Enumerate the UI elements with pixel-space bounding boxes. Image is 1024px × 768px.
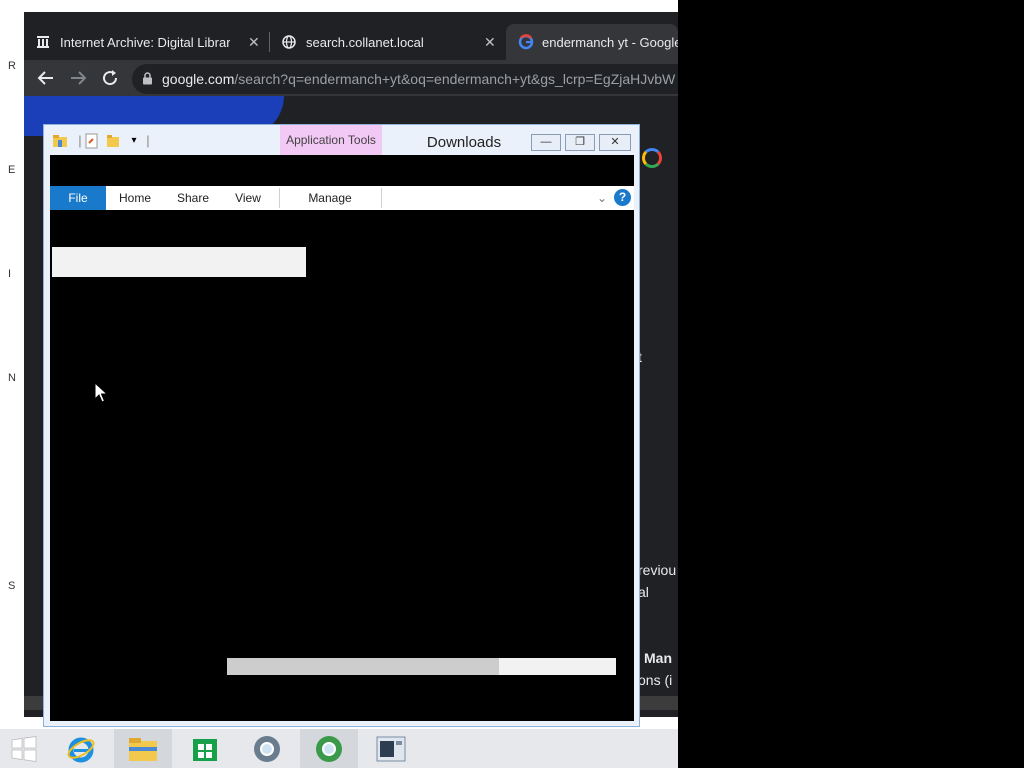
explorer-window: | ▾ | Application Tools Downloads — ❐ ✕ …: [43, 124, 640, 727]
application-icon: [376, 736, 406, 761]
browser-toolbar: google.com/search?q=endermanch+yt&oq=end…: [24, 60, 678, 96]
back-arrow-icon: [37, 71, 53, 85]
ribbon-separator: [279, 188, 280, 208]
tab-title: Internet Archive: Digital Library: [60, 34, 230, 50]
application-tools-label: Application Tools: [280, 125, 382, 155]
address-bar-placeholder[interactable]: [52, 247, 306, 277]
new-folder-icon[interactable]: [106, 133, 122, 149]
page-text-fragment: Man: [644, 650, 672, 666]
lock-icon: [142, 65, 154, 94]
address-path: /search?q=endermanch+yt&oq=endermanch+yt…: [234, 71, 676, 87]
address-bar[interactable]: google.com/search?q=endermanch+yt&oq=end…: [132, 64, 678, 94]
tab-google-search[interactable]: endermanch yt - Google S: [506, 24, 678, 60]
explorer-client-area: File Home Share View Manage ⌄ ?: [50, 155, 634, 721]
tab-manage[interactable]: Manage: [300, 186, 360, 210]
tab-separator: [269, 32, 270, 52]
taskbar-internet-explorer[interactable]: [52, 729, 110, 768]
start-icon: [11, 735, 37, 762]
taskbar-chrome[interactable]: [238, 729, 296, 768]
desktop-letter: E: [8, 164, 16, 176]
reload-icon: [103, 70, 118, 86]
internet-explorer-icon: [67, 737, 95, 762]
mouse-cursor-icon: [94, 382, 108, 403]
chrome-icon: [316, 735, 342, 762]
desktop-letter: R: [8, 60, 16, 72]
reload-button[interactable]: [98, 66, 122, 90]
close-icon[interactable]: ✕: [484, 34, 496, 51]
taskbar-store[interactable]: [176, 729, 234, 768]
properties-icon[interactable]: [84, 133, 100, 149]
tab-view[interactable]: View: [226, 186, 270, 210]
minimize-button[interactable]: —: [531, 134, 561, 151]
tab-home[interactable]: Home: [110, 186, 160, 210]
desktop: R E I N S Internet Archive: Digital Libr…: [0, 0, 678, 768]
separator-icon: |: [146, 133, 150, 148]
desktop-letter: I: [8, 268, 12, 280]
explorer-titlebar[interactable]: | ▾ | Application Tools Downloads — ❐ ✕: [44, 125, 639, 155]
tab-share[interactable]: Share: [168, 186, 218, 210]
tab-collanet[interactable]: search.collanet.local ✕: [282, 24, 502, 60]
globe-icon: [282, 35, 296, 49]
taskbar-application[interactable]: [362, 729, 420, 768]
chrome-icon: [254, 735, 280, 762]
address-host: google.com: [162, 71, 235, 87]
file-explorer-icon: [129, 737, 157, 761]
tab-internet-archive[interactable]: Internet Archive: Digital Library ✕: [36, 24, 268, 60]
page-text-fragment: reviou: [638, 562, 677, 578]
forward-arrow-icon: [71, 71, 87, 85]
google-icon: [518, 34, 534, 50]
start-button[interactable]: [0, 729, 48, 768]
taskbar-file-explorer[interactable]: [114, 729, 172, 768]
page-text-fragment: ons (i: [638, 672, 673, 688]
expand-ribbon-icon[interactable]: ⌄: [594, 186, 610, 210]
restore-button[interactable]: ❐: [565, 134, 595, 151]
close-button[interactable]: ✕: [599, 134, 631, 151]
desktop-letter: S: [8, 580, 16, 592]
folder-icon: [52, 133, 68, 149]
window-title: Downloads: [426, 134, 502, 151]
progress-bar: [227, 658, 616, 675]
tab-file[interactable]: File: [50, 186, 106, 210]
forward-button[interactable]: [66, 66, 90, 90]
store-icon: [193, 738, 217, 761]
archive-icon: [36, 35, 50, 49]
back-button[interactable]: [34, 66, 58, 90]
tab-title: endermanch yt - Google S: [542, 34, 678, 50]
tab-title: search.collanet.local: [306, 34, 424, 50]
close-icon[interactable]: ✕: [248, 34, 260, 51]
taskbar-chrome-active[interactable]: [300, 729, 358, 768]
tab-strip: Internet Archive: Digital Library ✕ sear…: [24, 12, 678, 60]
ribbon-separator: [381, 188, 382, 208]
taskbar: [0, 729, 678, 768]
ribbon-tabs: File Home Share View Manage ⌄ ?: [50, 186, 634, 210]
progress-fill: [227, 658, 500, 675]
desktop-letter: N: [8, 372, 16, 384]
google-lens-icon[interactable]: [642, 148, 662, 168]
help-icon[interactable]: ?: [614, 189, 631, 206]
